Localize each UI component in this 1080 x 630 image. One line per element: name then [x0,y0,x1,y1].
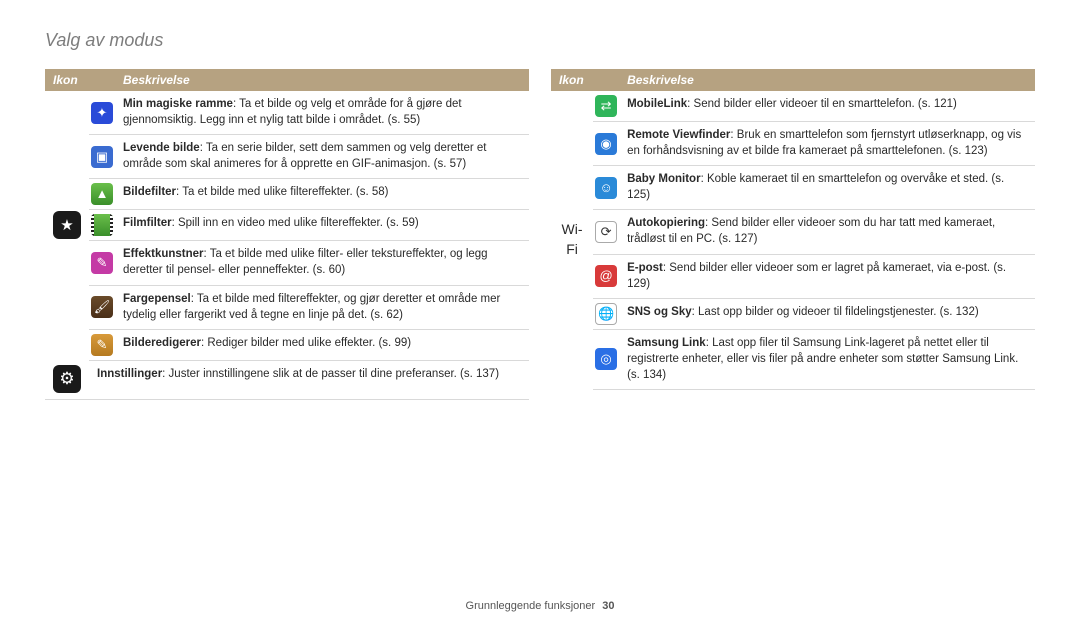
left-table: Ikon Beskrivelse ✦ Min magiske ramme: Ta… [45,69,529,400]
table-row: ⟳ Autokopiering: Send bilder eller video… [551,210,1035,254]
table-row: 🖌 Fargepensel: Ta et bilde med filtereff… [45,285,529,329]
desc-cell: Innstillinger: Juster innstillingene sli… [89,360,529,400]
footer: Grunnleggende funksjoner 30 [0,600,1080,612]
desc-cell: E-post: Send bilder eller videoer som er… [619,254,1035,298]
desc-cell: SNS og Sky: Last opp bilder og videoer t… [619,298,1035,329]
th-desc: Beskrivelse [619,69,1035,91]
table-row: ◉ Remote Viewfinder: Bruk en smarttelefo… [551,122,1035,166]
settings-icon [53,365,81,393]
left-column: Ikon Beskrivelse ✦ Min magiske ramme: Ta… [45,69,529,400]
wifi-category-label: Wi-Fi [562,221,583,257]
desc-cell: Samsung Link: Last opp filer til Samsung… [619,329,1035,389]
photo-editor-icon: ✎ [91,334,113,356]
table-row: Filmfilter: Spill inn en video med ulike… [45,210,529,241]
table-row: ☺ Baby Monitor: Koble kameraet til en sm… [551,166,1035,210]
desc-cell: Fargepensel: Ta et bilde med filtereffek… [115,285,529,329]
table-row: ▣ Levende bilde: Ta en serie bilder, set… [45,135,529,179]
samsung-link-icon: ◎ [595,348,617,370]
animated-photo-icon: ▣ [91,146,113,168]
magic-star-icon [53,211,81,239]
remote-viewfinder-icon: ◉ [595,133,617,155]
page-number: 30 [602,600,614,612]
th-icon: Ikon [551,69,619,91]
desc-cell: Min magiske ramme: Ta et bilde og velg e… [115,91,529,135]
page: Valg av modus Ikon Beskrivelse [0,0,1080,630]
desc-cell: Bilderedigerer: Rediger bilder med ulike… [115,329,529,360]
category-icon-cell [45,360,89,400]
th-icon: Ikon [45,69,115,91]
desc-cell: Baby Monitor: Koble kameraet til en smar… [619,166,1035,210]
magic-frame-icon: ✦ [91,102,113,124]
mobilelink-icon: ⇄ [595,95,617,117]
table-row: ✦ Min magiske ramme: Ta et bilde og velg… [45,91,529,135]
table-row: 🌐 SNS og Sky: Last opp bilder og videoer… [551,298,1035,329]
desc-cell: MobileLink: Send bilder eller videoer ti… [619,91,1035,122]
table-row: ✎ Bilderedigerer: Rediger bilder med uli… [45,329,529,360]
desc-cell: Autokopiering: Send bilder eller videoer… [619,210,1035,254]
desc-cell: Effektkunstner: Ta et bilde med ulike fi… [115,241,529,285]
table-row: Innstillinger: Juster innstillingene sli… [45,360,529,400]
table-row: ✎ Effektkunstner: Ta et bilde med ulike … [45,241,529,285]
color-brush-icon: 🖌 [91,296,113,318]
category-icon-cell: Wi-Fi [551,91,593,390]
effect-artist-icon: ✎ [91,252,113,274]
table-row: @ E-post: Send bilder eller videoer som … [551,254,1035,298]
sub-icon-cell: ✦ [89,91,115,135]
desc-cell: Remote Viewfinder: Bruk en smarttelefon … [619,122,1035,166]
movie-filter-icon [91,214,113,236]
right-column: Ikon Beskrivelse Wi-Fi ⇄ MobileLink: Sen… [551,69,1035,400]
table-row: ▲ Bildefilter: Ta et bilde med ulike fil… [45,179,529,210]
photo-filter-icon: ▲ [91,183,113,205]
desc-cell: Bildefilter: Ta et bilde med ulike filte… [115,179,529,210]
desc-cell: Levende bilde: Ta en serie bilder, sett … [115,135,529,179]
category-icon-cell [45,91,89,360]
sns-sky-icon: 🌐 [595,303,617,325]
desc-cell: Filmfilter: Spill inn en video med ulike… [115,210,529,241]
page-title: Valg av modus [45,30,1035,51]
autocopy-icon: ⟳ [595,221,617,243]
email-icon: @ [595,265,617,287]
table-row: ◎ Samsung Link: Last opp filer til Samsu… [551,329,1035,389]
table-row: Wi-Fi ⇄ MobileLink: Send bilder eller vi… [551,91,1035,122]
footer-text: Grunnleggende funksjoner [466,600,596,612]
content-columns: Ikon Beskrivelse ✦ Min magiske ramme: Ta… [45,69,1035,400]
right-table: Ikon Beskrivelse Wi-Fi ⇄ MobileLink: Sen… [551,69,1035,390]
baby-monitor-icon: ☺ [595,177,617,199]
th-desc: Beskrivelse [115,69,529,91]
